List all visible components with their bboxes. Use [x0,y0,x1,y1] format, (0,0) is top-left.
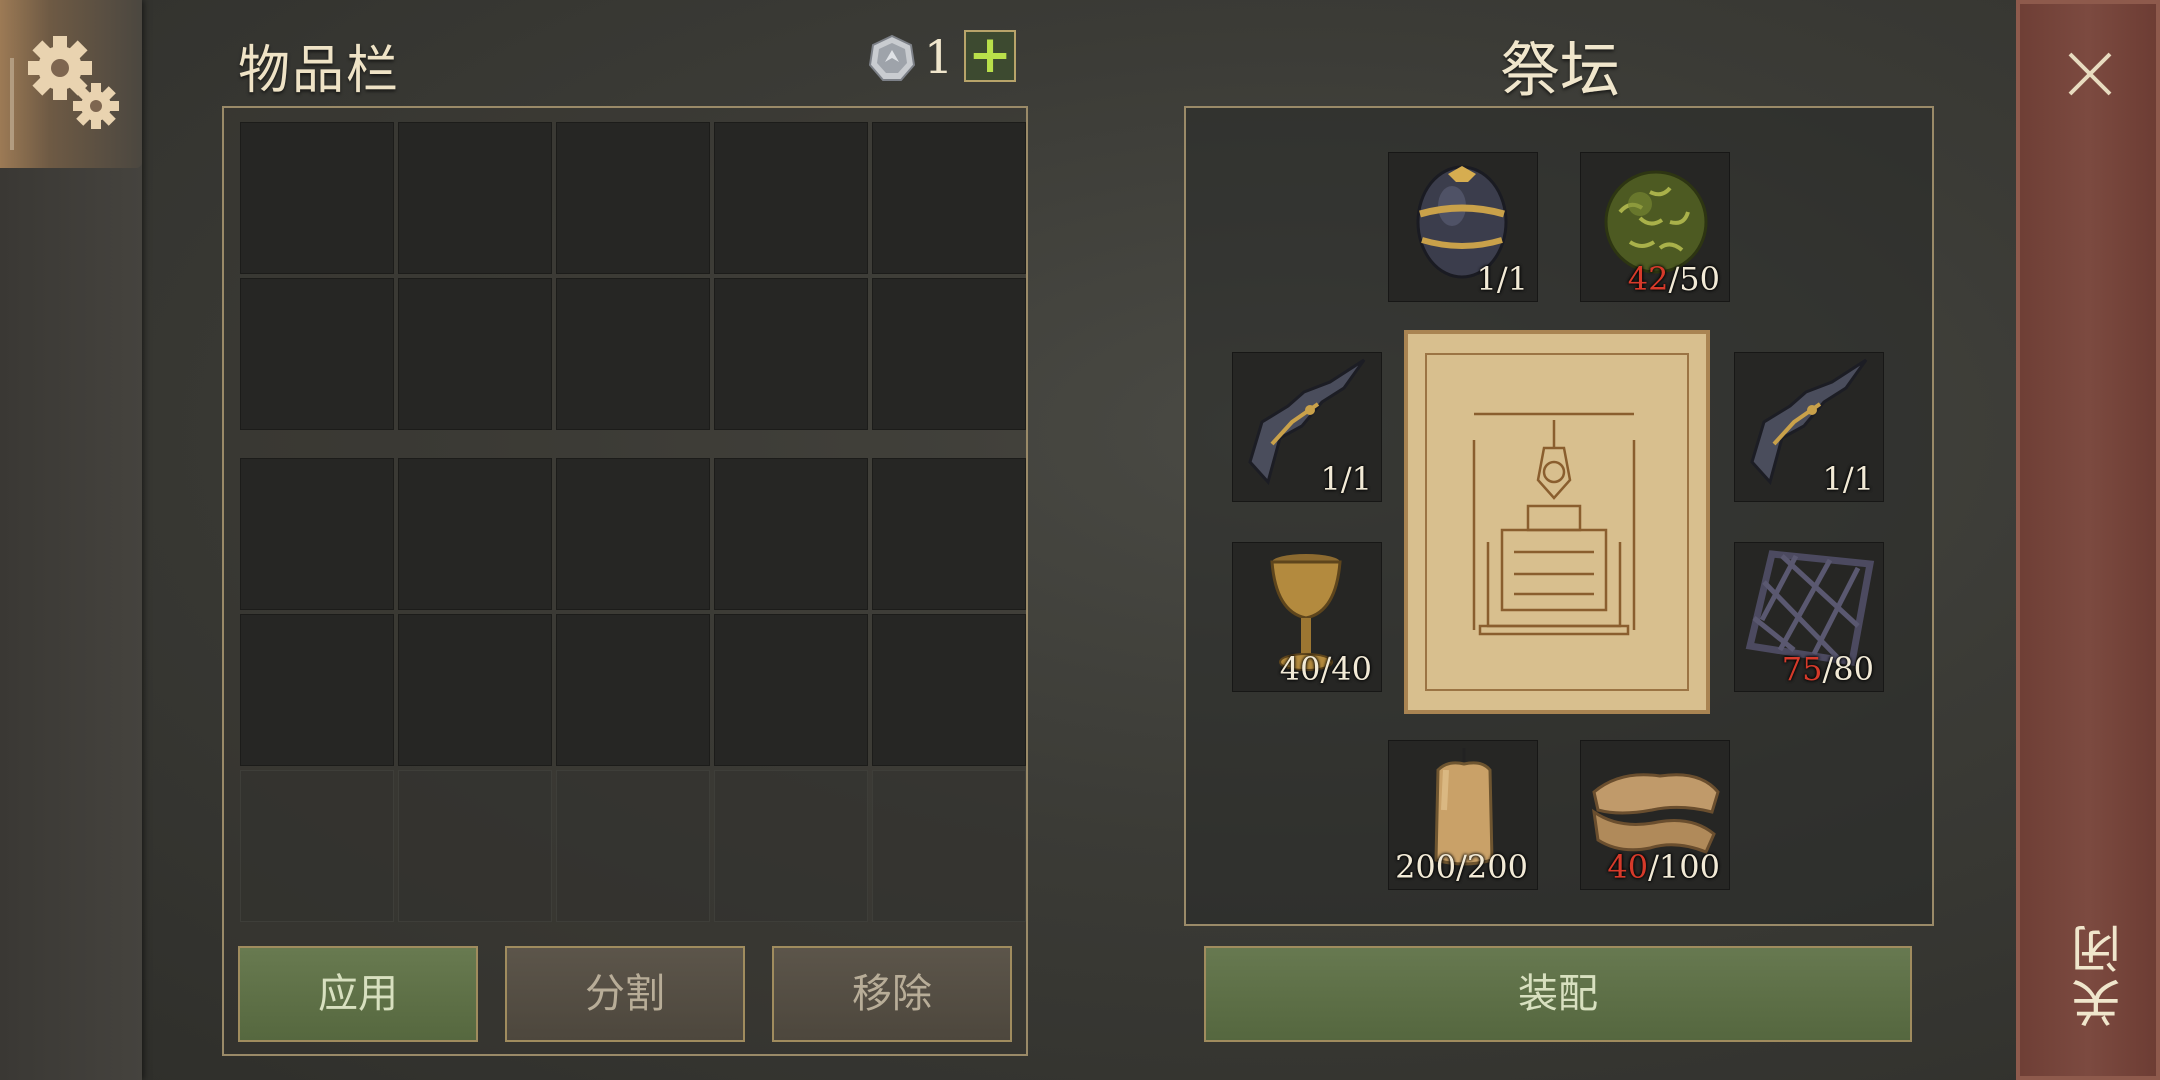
inventory-slot[interactable] [872,122,1026,274]
inventory-slot[interactable] [556,614,710,766]
altar-slot-egg[interactable]: 1/1 [1388,152,1538,302]
inventory-slot[interactable] [240,458,394,610]
locked-inventory-slot [556,770,710,922]
inventory-slot[interactable] [872,614,1026,766]
close-panel[interactable] [2016,0,2160,1080]
inventory-slot[interactable] [714,278,868,430]
slot-count: 42/50 [1627,260,1720,298]
altar-slot-fang-left[interactable]: 1/1 [1232,352,1382,502]
inventory-slot[interactable] [714,122,868,274]
inventory-title: 物品栏 [238,41,401,101]
altar-slot-cloth[interactable]: 40/100 [1580,740,1730,890]
altar-slot-grate[interactable]: 75/80 [1734,542,1884,692]
close-icon[interactable] [2060,44,2120,108]
altar-slot-herb-ball[interactable]: 42/50 [1580,152,1730,302]
slot-count: 200/200 [1395,848,1528,886]
locked-inventory-slot [240,770,394,922]
altar-slot-goblet[interactable]: 40/40 [1232,542,1382,692]
locked-inventory-slot [398,770,552,922]
altar-slot-candle[interactable]: 200/200 [1388,740,1538,890]
inventory-slot[interactable] [398,122,552,274]
altar-blueprint [1400,326,1714,718]
equip-button[interactable]: 装配 [1204,946,1912,1042]
inventory-slot[interactable] [556,458,710,610]
remove-button[interactable]: 移除 [772,946,1012,1042]
altar-title: 祭坛 [1500,36,1620,106]
altar-slot-fang-right[interactable]: 1/1 [1734,352,1884,502]
slot-count: 40/100 [1607,848,1720,886]
inventory-slot[interactable] [714,614,868,766]
inventory-slot[interactable] [398,614,552,766]
inventory-slot[interactable] [872,278,1026,430]
locked-inventory-slot [872,770,1026,922]
slot-count: 1/1 [1476,260,1529,298]
settings-button[interactable] [0,0,142,168]
slot-count: 1/1 [1320,460,1373,498]
inventory-slot[interactable] [556,278,710,430]
split-button[interactable]: 分割 [505,946,745,1042]
apply-button[interactable]: 应用 [238,946,478,1042]
inventory-grid-bottom [240,458,1026,922]
locked-inventory-slot [714,770,868,922]
inventory-slot[interactable] [872,458,1026,610]
currency-count: 1 [924,30,954,84]
slot-count: 1/1 [1822,460,1875,498]
inventory-slot[interactable] [714,458,868,610]
inventory-slot[interactable] [240,614,394,766]
inventory-slot[interactable] [240,122,394,274]
coin-icon [868,34,916,86]
add-currency-button[interactable]: + [964,29,1016,82]
slot-count: 40/40 [1279,650,1372,688]
inventory-slot[interactable] [240,278,394,430]
inventory-slot[interactable] [398,278,552,430]
slot-count: 75/80 [1781,650,1874,688]
tab-indicator [10,58,14,150]
close-label[interactable]: 关闭 [2064,920,2129,1028]
inventory-grid-top [240,122,1026,430]
inventory-slot[interactable] [556,122,710,274]
inventory-slot[interactable] [398,458,552,610]
